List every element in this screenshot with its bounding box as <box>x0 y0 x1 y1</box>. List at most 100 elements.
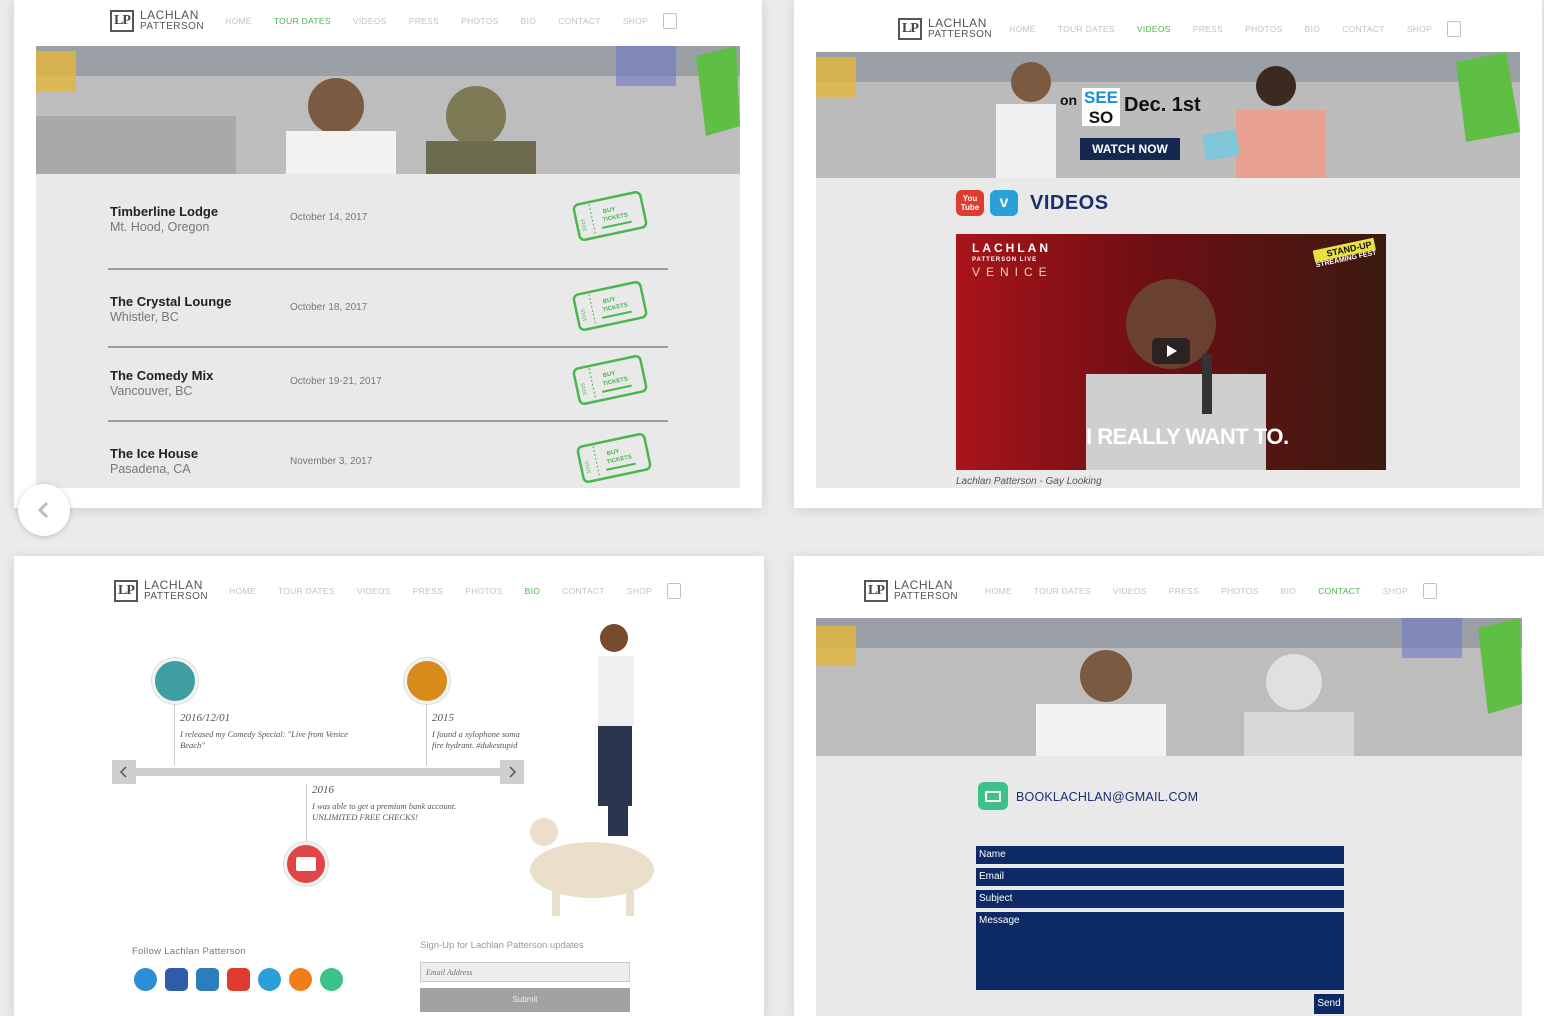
ticket-label-buy: BUY <box>606 449 620 458</box>
logo-line1: LACHLAN <box>140 8 199 22</box>
email-icon[interactable] <box>978 782 1008 810</box>
vimeo-icon[interactable] <box>258 968 281 991</box>
nav-tour-dates[interactable]: TOUR DATES <box>1047 24 1126 34</box>
logo-mark: LP <box>898 18 922 40</box>
buy-tickets-icon[interactable]: BUYTICKETS10/15 <box>574 430 654 486</box>
video-player[interactable]: LACHLAN PATTERSON LIVE VENICE STAND-UP S… <box>956 234 1386 470</box>
timeline-track <box>112 768 524 776</box>
cart-icon[interactable] <box>663 13 678 29</box>
buy-tickets-icon[interactable]: BUYTICKETS10/15 <box>570 278 650 334</box>
vimeo-icon[interactable]: v <box>990 190 1018 216</box>
logo-line1: LACHLAN <box>928 16 987 30</box>
video-overlay-line3: VENICE <box>972 265 1053 279</box>
nav-home[interactable]: HOME <box>218 586 267 596</box>
carousel-prev-button[interactable] <box>18 484 70 536</box>
chevron-right-icon <box>509 766 517 778</box>
show-date: October 14, 2017 <box>290 212 368 223</box>
nav-videos[interactable]: VIDEOS <box>1102 586 1158 596</box>
nav-bio[interactable]: BIO <box>1270 586 1308 596</box>
event-text: I released my Comedy Special: "Live from… <box>180 729 348 750</box>
site-logo[interactable]: LP LACHLAN PATTERSON <box>110 8 205 32</box>
chevron-left-icon <box>119 766 127 778</box>
nav-press[interactable]: PRESS <box>398 16 450 26</box>
bank-card-icon[interactable] <box>284 842 328 886</box>
nav-contact[interactable]: CONTACT <box>1307 586 1372 596</box>
site-logo[interactable]: LP LACHLAN PATTERSON <box>114 579 208 602</box>
booking-email[interactable]: BOOKLACHLAN@GMAIL.COM <box>1016 790 1198 804</box>
nav-menu: HOME TOUR DATES VIDEOS PRESS PHOTOS BIO … <box>998 21 1462 37</box>
video-subtitle: I REALLY WANT TO. <box>1086 424 1289 449</box>
nav-contact[interactable]: CONTACT <box>547 16 612 26</box>
youtube-icon[interactable] <box>227 968 250 991</box>
instagram-icon[interactable] <box>196 968 219 991</box>
tour-row: The Crystal Lounge Whistler, BC October … <box>110 281 670 354</box>
send-button[interactable]: Send <box>1314 994 1344 1014</box>
timeline-photo-1[interactable] <box>152 658 198 704</box>
email-icon[interactable] <box>320 968 343 991</box>
nav-press[interactable]: PRESS <box>1182 24 1234 34</box>
ticket-stub-number: 10/15 <box>584 460 593 474</box>
videos-panel: You Tube v VIDEOS LACHLAN PATTERSON LIVE… <box>816 178 1520 488</box>
logo-mark: LP <box>864 580 888 602</box>
nav-shop[interactable]: SHOP <box>1372 586 1419 596</box>
nav-contact[interactable]: CONTACT <box>551 586 616 596</box>
buy-tickets-icon[interactable]: BUYTICKETS10/15 <box>570 352 650 408</box>
venue-name: The Ice House <box>110 446 199 461</box>
nav-videos[interactable]: VIDEOS <box>1126 24 1182 34</box>
nav-tour-dates[interactable]: TOUR DATES <box>267 586 346 596</box>
name-field[interactable]: Name <box>976 846 1344 864</box>
nav-press[interactable]: PRESS <box>402 586 454 596</box>
site-logo[interactable]: LP LACHLAN PATTERSON <box>898 16 993 40</box>
cart-icon[interactable] <box>1423 583 1438 599</box>
twitter-icon[interactable] <box>134 968 157 991</box>
hero-illustration <box>36 46 740 174</box>
site-logo[interactable]: LP LACHLAN PATTERSON <box>864 578 958 602</box>
email-address-input[interactable] <box>420 962 630 982</box>
timeline-connector <box>174 704 175 766</box>
event-text: I found a xylophone soma fire hydrant. #… <box>432 729 520 750</box>
play-button-icon[interactable] <box>1152 338 1190 364</box>
cart-icon[interactable] <box>667 583 682 599</box>
logo-line1: LACHLAN <box>894 578 953 592</box>
nav-contact[interactable]: CONTACT <box>1331 24 1396 34</box>
seeso-logo: SEE SO <box>1082 88 1120 127</box>
buy-tickets-icon[interactable]: BUYTICKETS10/15 <box>570 188 650 244</box>
subject-field[interactable]: Subject <box>976 890 1344 908</box>
cart-icon[interactable] <box>1447 21 1462 37</box>
timeline-photo-2[interactable] <box>404 658 450 704</box>
logo-line2: PATTERSON <box>928 29 993 40</box>
submit-button[interactable]: Submit <box>420 988 630 1012</box>
watch-now-button[interactable]: WATCH NOW <box>1080 138 1180 160</box>
venue-name: Timberline Lodge <box>110 204 219 219</box>
nav-shop[interactable]: SHOP <box>616 586 663 596</box>
ticket-label-buy: BUY <box>602 207 616 216</box>
follow-label: Follow Lachlan Patterson <box>132 946 246 957</box>
nav-home[interactable]: HOME <box>998 24 1047 34</box>
nav-photos[interactable]: PHOTOS <box>450 16 510 26</box>
nav-bio[interactable]: BIO <box>514 586 552 596</box>
nav-bio[interactable]: BIO <box>510 16 548 26</box>
nav-shop[interactable]: SHOP <box>1396 24 1443 34</box>
nav-tour-dates[interactable]: TOUR DATES <box>1023 586 1102 596</box>
nav-videos[interactable]: VIDEOS <box>342 16 398 26</box>
nav-bio[interactable]: BIO <box>1294 24 1332 34</box>
timeline-next-button[interactable] <box>500 760 524 784</box>
nav-videos[interactable]: VIDEOS <box>346 586 402 596</box>
nav-tour-dates[interactable]: TOUR DATES <box>263 16 342 26</box>
timeline-event: 2016 I was able to get a premium bank ac… <box>312 784 482 823</box>
nav-press[interactable]: PRESS <box>1158 586 1210 596</box>
soundcloud-icon[interactable] <box>289 968 312 991</box>
nav-photos[interactable]: PHOTOS <box>1210 586 1270 596</box>
timeline-prev-button[interactable] <box>112 760 136 784</box>
message-field[interactable]: Message <box>976 912 1344 990</box>
nav-shop[interactable]: SHOP <box>612 16 659 26</box>
youtube-icon[interactable]: You Tube <box>956 190 984 216</box>
nav-photos[interactable]: PHOTOS <box>1234 24 1294 34</box>
email-field[interactable]: Email <box>976 868 1344 886</box>
nav-home[interactable]: HOME <box>214 16 263 26</box>
nav-photos[interactable]: PHOTOS <box>454 586 514 596</box>
facebook-icon[interactable] <box>165 968 188 991</box>
nav-home[interactable]: HOME <box>974 586 1023 596</box>
nav-menu: HOME TOUR DATES VIDEOS PRESS PHOTOS BIO … <box>218 583 682 599</box>
logo-line2: PATTERSON <box>140 21 205 32</box>
